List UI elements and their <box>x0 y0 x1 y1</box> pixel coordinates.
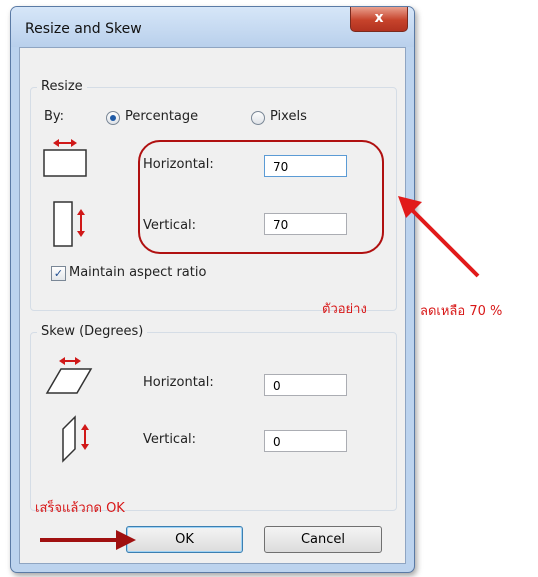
resize-horizontal-icon <box>43 139 87 177</box>
close-button[interactable]: x <box>350 7 408 32</box>
ok-button[interactable]: OK <box>126 526 243 553</box>
skew-horizontal-icon <box>45 357 93 394</box>
maintain-aspect-checkbox[interactable]: ✓ <box>51 266 66 281</box>
skew-horizontal-input[interactable]: 0 <box>264 374 347 396</box>
pixels-radio[interactable] <box>251 111 265 125</box>
annotation-ok-arrow-icon <box>40 530 136 550</box>
skew-vertical-icon <box>62 415 89 463</box>
annotation-highlight-oval <box>138 140 384 254</box>
skew-legend: Skew (Degrees) <box>37 324 148 339</box>
skew-vertical-input[interactable]: 0 <box>264 430 347 452</box>
skew-horizontal-label: Horizontal: <box>143 375 214 390</box>
maintain-aspect-label[interactable]: Maintain aspect ratio <box>69 265 206 280</box>
annotation-arrow-icon <box>398 196 480 278</box>
dialog-title: Resize and Skew <box>25 21 142 37</box>
skew-group: Skew (Degrees) Horizontal: 0 Vertical: 0 <box>30 324 397 511</box>
percentage-label[interactable]: Percentage <box>125 109 198 124</box>
cancel-button[interactable]: Cancel <box>264 526 382 553</box>
percentage-radio[interactable] <box>106 111 120 125</box>
annotation-reduce: ลดเหลือ 70 % <box>420 304 503 319</box>
by-label: By: <box>44 109 65 124</box>
pixels-label[interactable]: Pixels <box>270 109 307 124</box>
resize-skew-dialog: Resize and Skew x Resize By: Percentage … <box>10 6 415 573</box>
resize-vertical-icon <box>53 201 85 247</box>
title-bar[interactable]: Resize and Skew x <box>11 7 414 47</box>
annotation-done: เสร็จแล้วกด OK <box>35 501 125 516</box>
resize-legend: Resize <box>37 79 87 94</box>
skew-vertical-label: Vertical: <box>143 432 197 447</box>
annotation-example: ตัวอย่าง <box>322 302 367 317</box>
close-icon: x <box>374 10 384 26</box>
